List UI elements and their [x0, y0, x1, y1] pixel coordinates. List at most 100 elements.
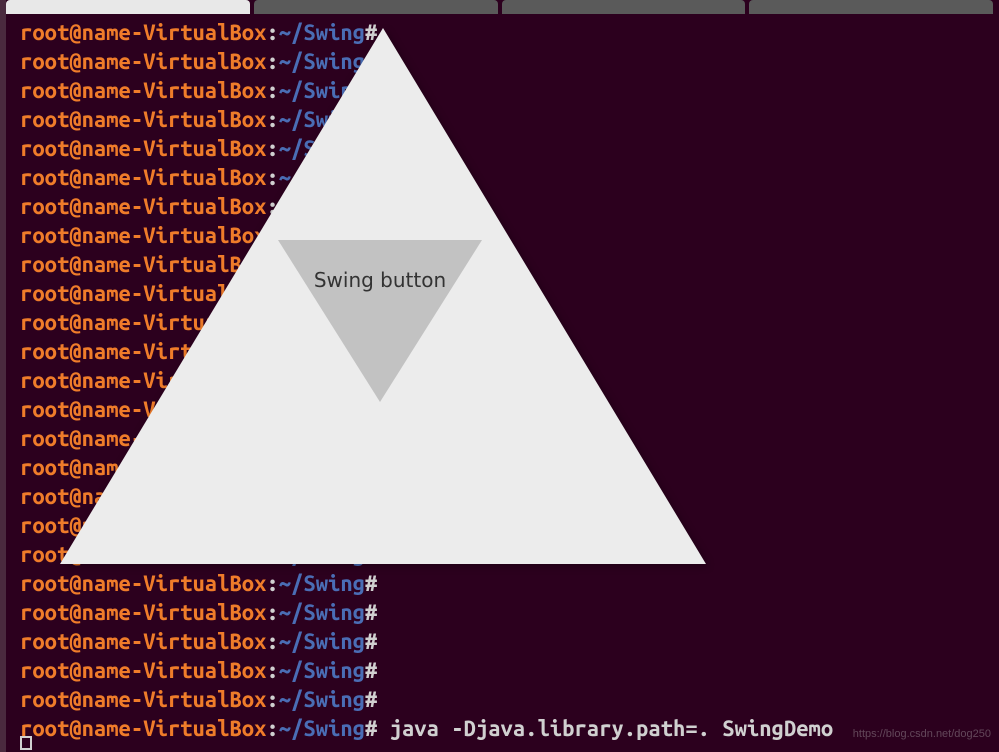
prompt-colon: : — [266, 20, 278, 45]
prompt-user-host: root@name-VirtualBox — [20, 136, 266, 161]
prompt-hash: # — [365, 165, 377, 190]
prompt-colon: : — [266, 368, 278, 393]
prompt-colon: : — [266, 484, 278, 509]
terminal-line: root@name-VirtualBox:~/Swing# — [20, 540, 999, 569]
prompt-hash: # — [365, 542, 377, 567]
prompt-user-host: root@name-VirtualBox — [20, 542, 266, 567]
prompt-path: ~/Swing — [279, 716, 365, 741]
triangle-button-shape — [278, 240, 482, 402]
terminal-line: root@name-VirtualBox:~/Swing# — [20, 627, 999, 656]
prompt-colon: : — [266, 281, 278, 306]
prompt-hash: # — [365, 455, 377, 480]
prompt-user-host: root@name-VirtualBox — [20, 165, 266, 190]
prompt-user-host: root@name-VirtualBox — [20, 484, 266, 509]
prompt-hash: # — [365, 513, 377, 538]
terminal-line: root@name-VirtualBox:~/Swing# — [20, 511, 999, 540]
prompt-colon: : — [266, 716, 278, 741]
prompt-path: ~/Swing — [279, 78, 365, 103]
terminal-line: root@name-VirtualBox:~/Swing# — [20, 250, 999, 279]
prompt-hash: # — [365, 687, 377, 712]
prompt-user-host: root@name-VirtualBox — [20, 107, 266, 132]
prompt-hash: # — [365, 136, 377, 161]
prompt-path: ~/Swing — [279, 513, 365, 538]
prompt-user-host: root@name-VirtualBox — [20, 339, 266, 364]
terminal-line: root@name-VirtualBox:~/Swing# — [20, 105, 999, 134]
prompt-colon: : — [266, 397, 278, 422]
prompt-hash: # — [365, 484, 377, 509]
prompt-path: ~/Swing — [279, 484, 365, 509]
prompt-colon: : — [266, 252, 278, 277]
terminal-line: root@name-VirtualBox:~/Swing# — [20, 76, 999, 105]
prompt-user-host: root@name-VirtualBox — [20, 455, 266, 480]
left-strip — [0, 0, 6, 752]
terminal-line: root@name-VirtualBox:~/Swing# — [20, 482, 999, 511]
swing-button[interactable]: Swing button — [278, 240, 482, 402]
terminal-tab-2[interactable] — [254, 0, 498, 14]
prompt-colon: : — [266, 165, 278, 190]
prompt-colon: : — [266, 310, 278, 335]
prompt-path: ~/Swing — [279, 426, 365, 451]
prompt-user-host: root@name-VirtualBox — [20, 716, 266, 741]
terminal-tab-1[interactable] — [6, 0, 250, 14]
terminal-line: root@name-VirtualBox:~/Swing# — [20, 685, 999, 714]
prompt-hash: # — [365, 658, 377, 683]
prompt-path: ~/Swing — [279, 571, 365, 596]
prompt-path: ~/Swing — [279, 165, 365, 190]
prompt-colon: : — [266, 194, 278, 219]
prompt-user-host: root@name-VirtualBox — [20, 629, 266, 654]
prompt-colon: : — [266, 339, 278, 364]
prompt-colon: : — [266, 571, 278, 596]
tab-bar — [0, 0, 999, 14]
prompt-hash: # — [365, 20, 377, 45]
terminal-line: root@name-VirtualBox:~/Swing# — [20, 453, 999, 482]
prompt-colon: : — [266, 78, 278, 103]
prompt-user-host: root@name-VirtualBox — [20, 600, 266, 625]
terminal-line: root@name-VirtualBox:~/Swing# — [20, 366, 999, 395]
terminal-line: root@name-VirtualBox:~/Swing# — [20, 221, 999, 250]
prompt-path: ~/Swing — [279, 136, 365, 161]
prompt-hash: # — [365, 571, 377, 596]
prompt-user-host: root@name-VirtualBox — [20, 49, 266, 74]
terminal-tab-3[interactable] — [502, 0, 746, 14]
prompt-path: ~/Swing — [279, 194, 365, 219]
terminal-tab-4[interactable] — [749, 0, 993, 14]
prompt-path: ~/Swing — [279, 455, 365, 480]
prompt-hash: # — [365, 78, 377, 103]
terminal-line: root@name-VirtualBox:~/Swing# — [20, 308, 999, 337]
prompt-user-host: root@name-VirtualBox — [20, 310, 266, 335]
terminal-line: root@name-VirtualBox:~/Swing# — [20, 163, 999, 192]
prompt-hash: # — [365, 600, 377, 625]
prompt-user-host: root@name-VirtualBox — [20, 78, 266, 103]
prompt-path: ~/Swing — [279, 20, 365, 45]
terminal-line: root@name-VirtualBox:~/Swing# — [20, 656, 999, 685]
prompt-path: ~/Swing — [279, 107, 365, 132]
prompt-hash: # — [365, 716, 377, 741]
prompt-user-host: root@name-VirtualBox — [20, 20, 266, 45]
prompt-colon: : — [266, 687, 278, 712]
prompt-user-host: root@name-VirtualBox — [20, 223, 266, 248]
prompt-colon: : — [266, 600, 278, 625]
prompt-path: ~/Swing — [279, 49, 365, 74]
prompt-path: ~/Swing — [279, 687, 365, 712]
watermark: https://blog.csdn.net/dog250 — [853, 728, 991, 740]
terminal-line: root@name-VirtualBox:~/Swing# — [20, 598, 999, 627]
prompt-hash: # — [365, 107, 377, 132]
prompt-hash: # — [365, 194, 377, 219]
swing-button-label: Swing button — [278, 268, 482, 292]
terminal-line: root@name-VirtualBox:~/Swing# — [20, 47, 999, 76]
prompt-user-host: root@name-VirtualBox — [20, 397, 266, 422]
prompt-hash: # — [365, 629, 377, 654]
prompt-path: ~/Swing — [279, 629, 365, 654]
prompt-path: ~/Swing — [279, 600, 365, 625]
prompt-colon: : — [266, 223, 278, 248]
prompt-hash: # — [365, 49, 377, 74]
prompt-path: ~/Swing — [279, 658, 365, 683]
terminal-output[interactable]: root@name-VirtualBox:~/Swing#root@name-V… — [20, 18, 999, 743]
terminal-line: root@name-VirtualBox:~/Swing# — [20, 192, 999, 221]
prompt-colon: : — [266, 426, 278, 451]
prompt-user-host: root@name-VirtualBox — [20, 281, 266, 306]
terminal-line: root@name-VirtualBox:~/Swing# — [20, 279, 999, 308]
terminal-line: root@name-VirtualBox:~/Swing# — [20, 395, 999, 424]
command-text: java -Djava.library.path=. SwingDemo — [377, 716, 833, 741]
prompt-colon: : — [266, 136, 278, 161]
